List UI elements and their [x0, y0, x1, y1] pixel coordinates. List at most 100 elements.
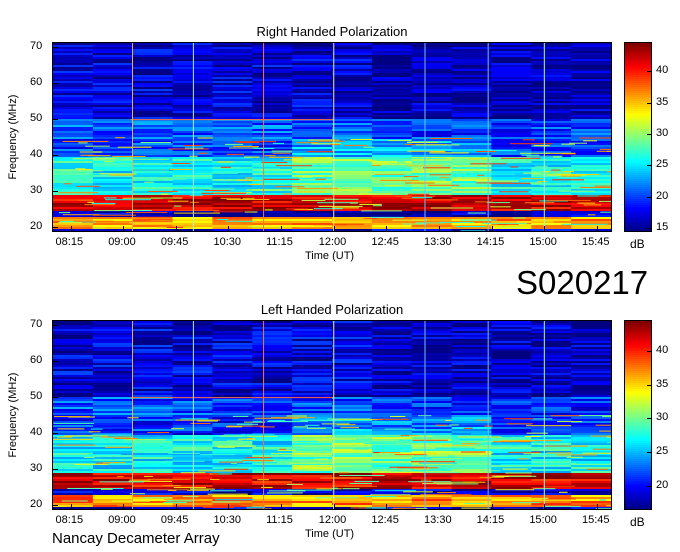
speckle	[248, 184, 261, 185]
spectrogram-cell	[172, 345, 214, 347]
spectrogram-cell	[411, 135, 453, 137]
spectrogram-cell	[451, 105, 493, 107]
spectrogram-cell	[252, 335, 293, 337]
spectrogram-cell	[411, 373, 453, 375]
spectrogram-cell	[212, 227, 253, 229]
speckle	[124, 439, 166, 441]
spectrogram-cell	[172, 407, 214, 409]
spectrogram-cell	[531, 461, 572, 463]
spectrogram-cell	[332, 51, 373, 53]
spectrogram-cell	[571, 217, 611, 219]
spectrogram-cell	[252, 405, 293, 407]
spectrogram-cell	[252, 393, 293, 395]
speckle	[407, 193, 430, 195]
spectrogram-cell	[92, 365, 134, 367]
spectrogram-cell	[571, 131, 611, 133]
speckle	[220, 435, 245, 437]
spectrogram-cell	[92, 343, 134, 345]
spectrogram-cell	[212, 331, 253, 333]
speckle	[88, 453, 122, 455]
spectrogram-cell	[571, 157, 611, 159]
colorbar-step	[625, 365, 651, 368]
top-panel-title: Right Handed Polarization	[256, 24, 408, 39]
spectrogram-cell	[53, 45, 94, 47]
spectrogram-cell	[53, 149, 94, 151]
spectrogram-cell	[53, 497, 94, 499]
spectrogram-cell	[531, 81, 572, 83]
spectrogram-cell	[531, 139, 572, 141]
colorbar-step	[625, 403, 651, 406]
spectrogram-cell	[53, 353, 94, 355]
speckle	[176, 209, 220, 211]
speckle	[246, 508, 272, 509]
spectrogram-cell	[332, 67, 373, 69]
speckle	[599, 499, 606, 501]
spectrogram-cell	[92, 111, 134, 113]
spectrogram-cell	[212, 377, 253, 379]
colorbar-step	[625, 137, 651, 140]
spectrogram-cell	[212, 175, 253, 177]
spectrogram-cell	[531, 205, 572, 207]
speckle	[197, 137, 213, 139]
colorbar-step	[625, 345, 651, 348]
spectrogram-cell	[92, 331, 134, 333]
spectrogram-cell	[53, 91, 94, 93]
spectrogram-cell	[53, 339, 94, 341]
spectrogram-cell	[292, 413, 333, 415]
spectrogram-cell	[491, 393, 532, 395]
spectrogram-cell	[292, 145, 333, 147]
spectrogram-cell	[451, 121, 493, 123]
spectrogram-cell	[292, 99, 333, 101]
spectrogram-cell	[292, 53, 333, 55]
speckle	[301, 199, 326, 201]
colorbar-step	[625, 177, 651, 180]
spectrogram-cell	[411, 367, 453, 369]
spectrogram-cell	[132, 213, 174, 215]
spectrogram-cell	[531, 473, 572, 475]
spectrogram-cell	[92, 47, 134, 49]
spectrogram-cell	[371, 111, 413, 113]
spectrogram-cell	[172, 369, 214, 371]
spectrogram-cell	[332, 221, 373, 223]
spectrogram-cell	[451, 103, 493, 105]
spectrogram-cell	[451, 343, 493, 345]
spectrogram-cell	[571, 369, 611, 371]
spectrogram-cell	[212, 381, 253, 383]
spectrogram-cell	[132, 371, 174, 373]
speckle	[246, 506, 266, 508]
speckle	[88, 431, 101, 433]
spectrogram-cell	[132, 165, 174, 167]
x-tick-mark	[123, 226, 125, 231]
spectrogram-cell	[531, 117, 572, 119]
speckle	[230, 463, 237, 465]
spectrogram-cell	[53, 383, 94, 385]
speckle	[232, 415, 249, 417]
spectrogram-cell	[451, 337, 493, 339]
spectrogram-cell	[292, 325, 333, 327]
speckle	[368, 160, 377, 162]
colorbar-step	[625, 493, 651, 496]
spectrogram-cell	[411, 503, 453, 505]
colorbar-step	[625, 83, 651, 86]
spectrogram-cell	[332, 393, 373, 395]
spectrogram-cell	[451, 51, 493, 53]
spectrogram-cell	[491, 357, 532, 359]
colorbar-tick-mark	[647, 384, 651, 386]
colorbar-tick-mark	[647, 102, 651, 104]
spectrogram-cell	[571, 489, 611, 491]
x-tick-mark	[281, 504, 283, 509]
spectrogram-cell	[451, 139, 493, 141]
spectrogram-cell	[212, 391, 253, 393]
spectrogram-cell	[92, 339, 134, 341]
spectrogram-cell	[491, 425, 532, 427]
spectrogram-cell	[531, 61, 572, 63]
spectrogram-cell	[132, 201, 174, 203]
spectrogram-cell	[53, 135, 94, 137]
spectrogram-cell	[332, 325, 373, 327]
spectrogram-cell	[212, 329, 253, 331]
spectrogram-cell	[252, 45, 293, 47]
spectrogram-cell	[132, 185, 174, 187]
speckle	[447, 455, 455, 457]
x-tick-mark	[281, 226, 283, 231]
spectrogram-cell	[132, 97, 174, 99]
